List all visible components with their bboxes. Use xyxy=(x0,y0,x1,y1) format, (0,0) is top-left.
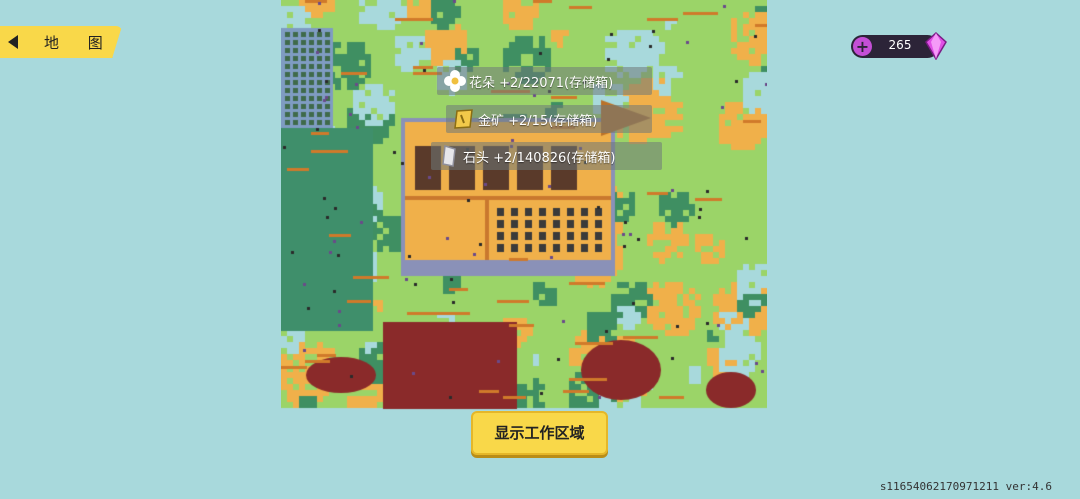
show-work-area-button[interactable]: 显示工作区域 xyxy=(471,411,608,455)
gem-icon xyxy=(925,32,947,60)
resource-row-flower: 花朵 +2/22071(存储箱) xyxy=(437,67,652,95)
resource-stone-text: 石头 +2/140826(存储箱) xyxy=(463,151,616,166)
game-map[interactable] xyxy=(281,0,767,419)
resource-gold-text: 金矿 +2/15(存储箱) xyxy=(478,114,598,129)
resource-flower-text: 花朵 +2/22071(存储箱) xyxy=(469,76,614,91)
flower-icon xyxy=(444,70,466,92)
plus-icon[interactable]: + xyxy=(853,37,872,56)
gem-count: 265 xyxy=(888,38,912,52)
map-button-label: 地 图 xyxy=(44,34,115,52)
stone-icon xyxy=(442,145,456,167)
gem-counter: + 265 xyxy=(851,32,947,60)
map-back-button[interactable]: 地 图 xyxy=(0,26,122,58)
gold-ore-icon xyxy=(454,109,473,129)
resource-row-gold: 金矿 +2/15(存储箱) xyxy=(446,105,652,133)
back-arrow-icon xyxy=(8,35,18,49)
version-text: s11654062170971211 ver:4.6 xyxy=(879,480,1052,493)
resource-row-stone: 石头 +2/140826(存储箱) xyxy=(431,142,662,170)
